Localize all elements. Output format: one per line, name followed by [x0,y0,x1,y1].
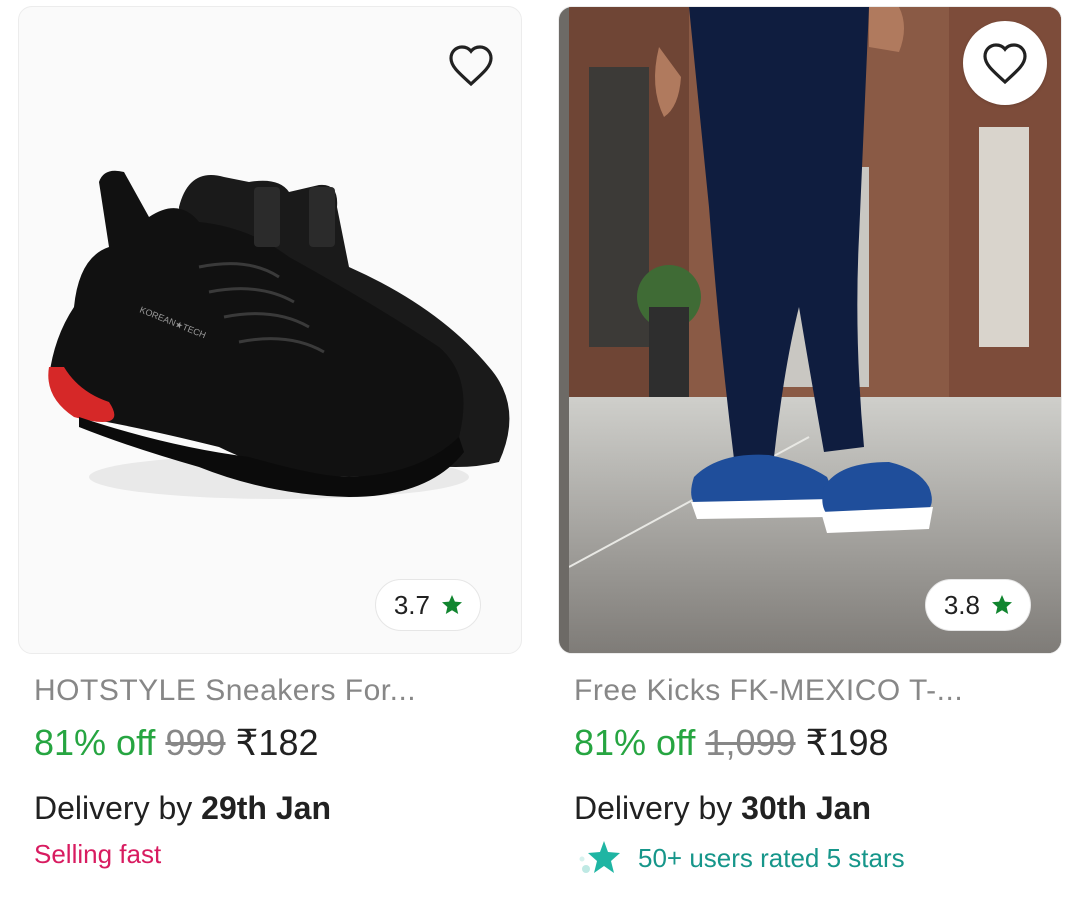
original-price: 999 [165,722,226,763]
delivery-prefix: Delivery by [574,790,733,826]
delivery-info: Delivery by 30th Jan [558,790,1062,827]
star-icon [442,595,462,614]
product-card-free-kicks[interactable]: 3.8 Free Kicks FK-MEXICO T-... 81% off 1… [558,6,1062,877]
selling-price: ₹198 [805,722,889,763]
wishlist-button[interactable] [963,21,1047,105]
rating-badge: 3.8 [924,579,1031,631]
product-card-hotstyle[interactable]: KOREAN★TECH 3.7 HOTSTYLE Sneakers For...… [18,6,522,870]
original-price: 1,099 [705,722,796,763]
rated-5-stars-label: 50+ users rated 5 stars [558,839,1062,877]
black-sneaker-image: KOREAN★TECH [48,170,510,499]
heart-outline-icon [983,43,1027,85]
product-image[interactable]: 3.8 [558,6,1062,654]
delivery-date: 30th Jan [741,790,871,826]
product-title[interactable]: Free Kicks FK-MEXICO T-... [558,674,1062,708]
star-icon [992,595,1012,614]
delivery-date: 29th Jan [201,790,331,826]
rated-5-stars-text: 50+ users rated 5 stars [638,842,905,873]
selling-fast-label: Selling fast [34,839,162,869]
sparkle-star-icon [579,841,620,873]
price-row: 81% off 999 ₹182 [18,722,522,764]
price-row: 81% off 1,099 ₹198 [558,722,1062,764]
product-title[interactable]: HOTSTYLE Sneakers For... [18,674,522,708]
rating-badge: 3.7 [374,579,481,631]
rating-value: 3.8 [943,589,980,620]
heart-outline-icon [449,45,493,87]
discount-label: 81% off [34,722,156,763]
delivery-info: Delivery by 29th Jan [18,790,522,827]
blue-slip-on-shoes-image [569,7,1061,653]
product-image[interactable]: KOREAN★TECH 3.7 [18,6,522,654]
discount-label: 81% off [574,722,696,763]
delivery-prefix: Delivery by [34,790,193,826]
wishlist-button[interactable] [439,33,503,97]
rating-value: 3.7 [393,589,430,620]
selling-price: ₹182 [235,722,319,763]
